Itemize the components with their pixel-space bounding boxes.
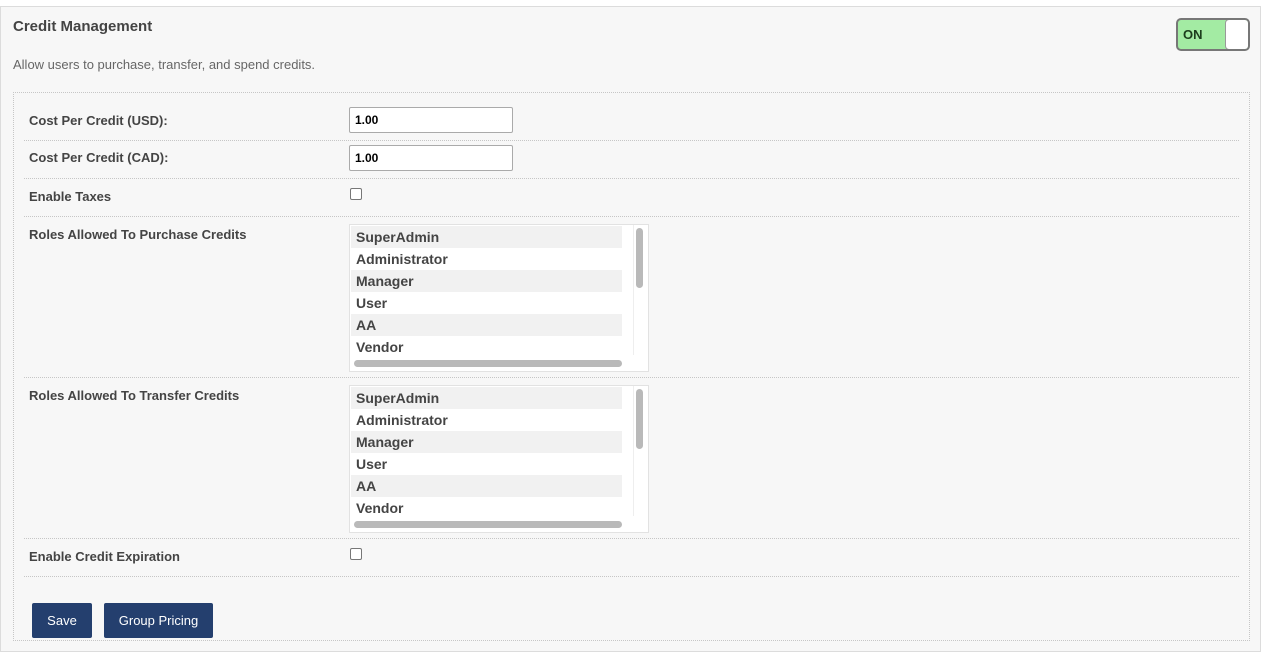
group-pricing-button[interactable]: Group Pricing [104, 603, 213, 638]
cost-usd-row: Cost Per Credit (USD): [24, 107, 1239, 141]
cost-usd-label: Cost Per Credit (USD): [29, 113, 168, 128]
transfer-roles-hscroll-thumb[interactable] [354, 521, 622, 528]
cost-usd-input[interactable] [349, 107, 513, 133]
settings-form: Cost Per Credit (USD): Cost Per Credit (… [13, 92, 1250, 641]
purchase-role-option[interactable]: AA [351, 314, 622, 336]
purchase-role-option[interactable]: SuperAdmin [351, 226, 622, 248]
credit-management-toggle[interactable]: ON [1176, 18, 1250, 51]
transfer-roles-options: SuperAdmin Administrator Manager User AA… [350, 386, 634, 516]
purchase-role-option[interactable]: Administrator [351, 248, 622, 270]
toggle-knob[interactable] [1225, 20, 1248, 49]
transfer-role-option[interactable]: User [351, 453, 622, 475]
toggle-state-label: ON [1183, 27, 1203, 42]
purchase-role-option[interactable]: Vendor [351, 336, 622, 355]
enable-expiration-label: Enable Credit Expiration [29, 549, 180, 564]
transfer-roles-hscrollbar[interactable] [350, 516, 634, 532]
panel-description: Allow users to purchase, transfer, and s… [13, 57, 316, 72]
purchase-role-option[interactable]: User [351, 292, 622, 314]
transfer-role-option[interactable]: Vendor [351, 497, 622, 516]
purchase-roles-row: Roles Allowed To Purchase Credits SuperA… [24, 217, 1239, 378]
transfer-roles-row: Roles Allowed To Transfer Credits SuperA… [24, 378, 1239, 539]
transfer-roles-label: Roles Allowed To Transfer Credits [29, 388, 240, 403]
credit-management-panel: Credit Management Allow users to purchas… [0, 6, 1261, 652]
cost-cad-row: Cost Per Credit (CAD): [24, 141, 1239, 179]
save-button[interactable]: Save [32, 603, 92, 638]
transfer-role-option[interactable]: AA [351, 475, 622, 497]
enable-taxes-checkbox[interactable] [350, 188, 362, 200]
purchase-roles-options: SuperAdmin Administrator Manager User AA… [350, 225, 634, 355]
enable-taxes-label: Enable Taxes [29, 189, 112, 204]
purchase-role-option[interactable]: Manager [351, 270, 622, 292]
transfer-role-option[interactable]: Administrator [351, 409, 622, 431]
transfer-roles-listbox[interactable]: SuperAdmin Administrator Manager User AA… [349, 385, 649, 533]
transfer-role-option[interactable]: Manager [351, 431, 622, 453]
enable-expiration-checkbox[interactable] [350, 548, 362, 560]
cost-cad-input[interactable] [349, 145, 513, 171]
enable-expiration-row: Enable Credit Expiration [24, 539, 1239, 577]
panel-title: Credit Management [13, 18, 153, 35]
purchase-roles-hscrollbar[interactable] [350, 355, 634, 371]
purchase-roles-listbox[interactable]: SuperAdmin Administrator Manager User AA… [349, 224, 649, 372]
purchase-roles-label: Roles Allowed To Purchase Credits [29, 227, 247, 242]
transfer-roles-vscroll-thumb[interactable] [636, 389, 643, 449]
transfer-role-option[interactable]: SuperAdmin [351, 387, 622, 409]
transfer-roles-vscrollbar[interactable] [633, 386, 648, 516]
purchase-roles-hscroll-thumb[interactable] [354, 360, 622, 367]
purchase-roles-vscrollbar[interactable] [633, 225, 648, 355]
enable-taxes-row: Enable Taxes [24, 179, 1239, 217]
cost-cad-label: Cost Per Credit (CAD): [29, 150, 169, 165]
purchase-roles-vscroll-thumb[interactable] [636, 228, 643, 288]
